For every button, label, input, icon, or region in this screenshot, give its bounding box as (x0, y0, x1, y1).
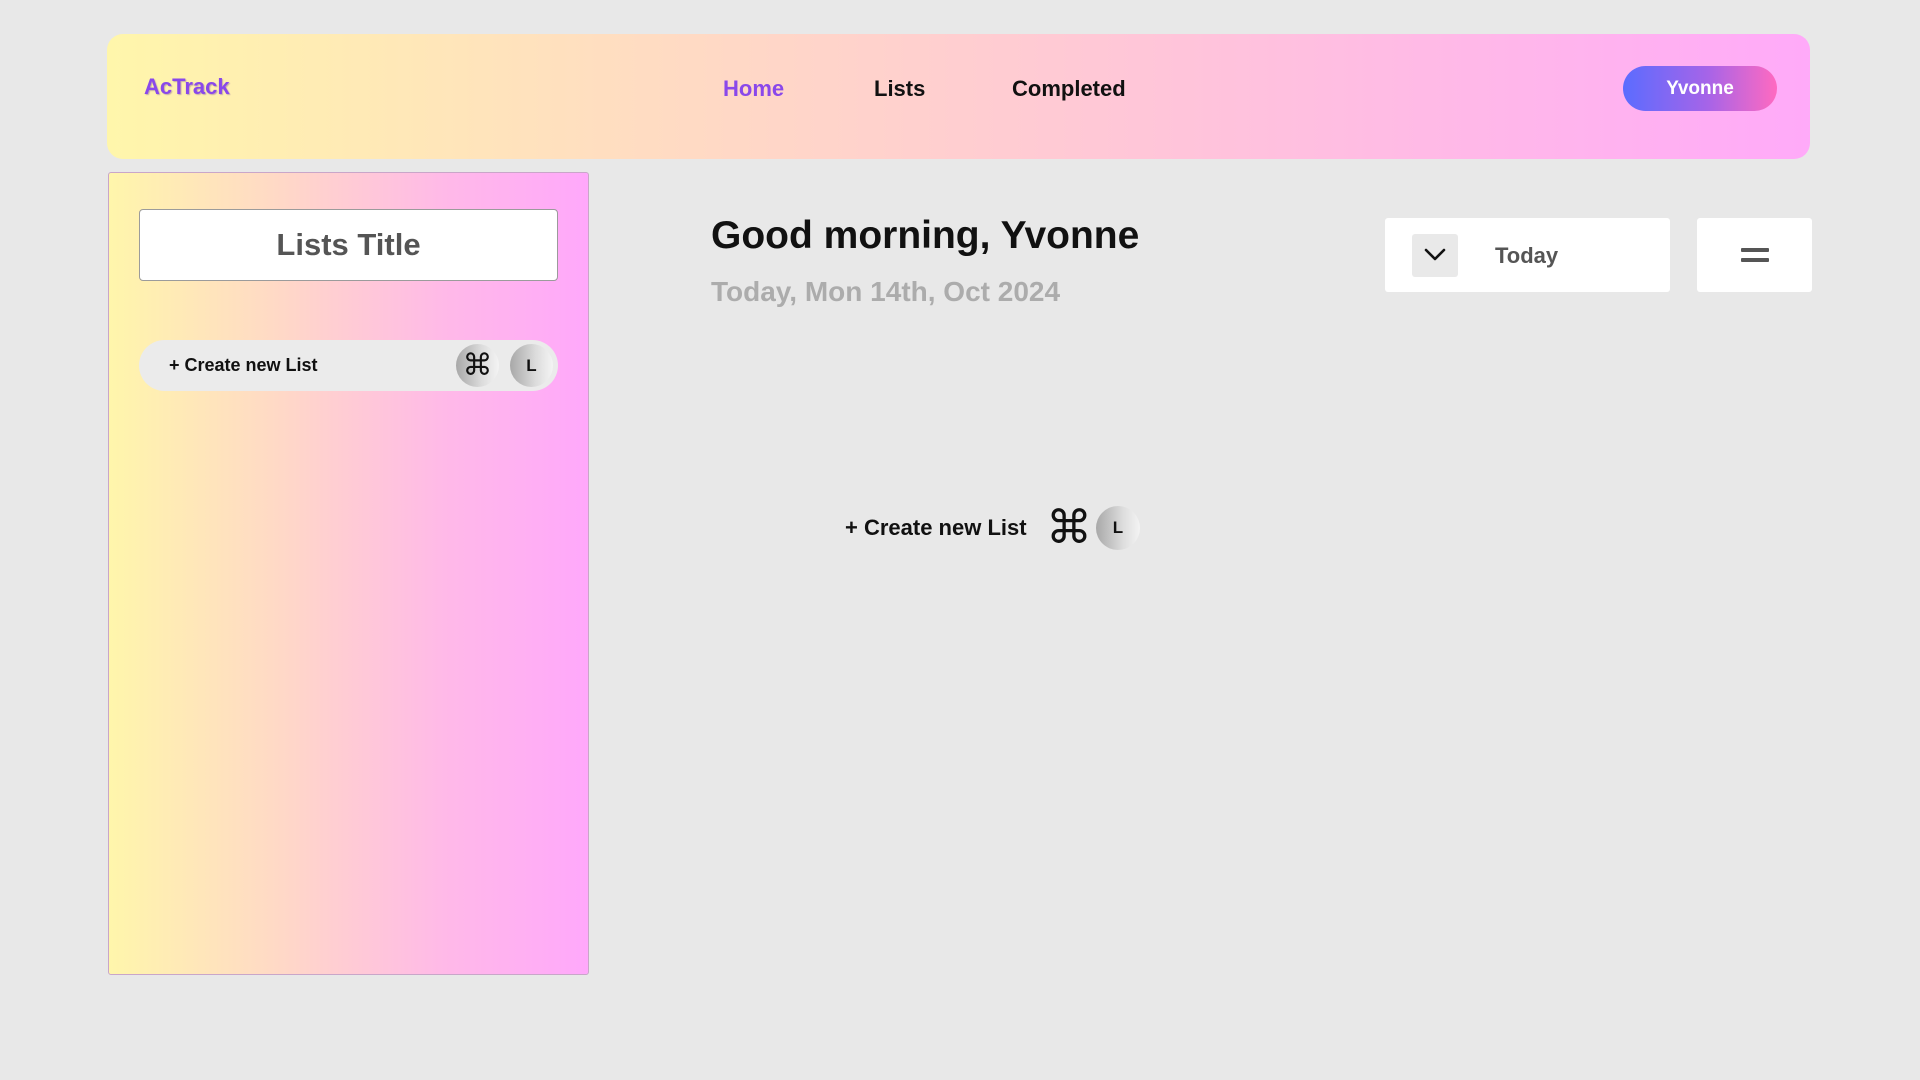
main-create-list-button[interactable]: + Create new List ⌘ L (845, 502, 1145, 552)
date-filter-dropdown[interactable]: Today (1385, 218, 1670, 292)
shortcut-key-l: L (1096, 506, 1140, 550)
sidebar-create-list-button[interactable]: + Create new List ⌘ L (139, 340, 558, 391)
nav-completed[interactable]: Completed (1012, 76, 1126, 102)
user-profile-button[interactable]: Yvonne (1623, 66, 1777, 111)
current-date: Today, Mon 14th, Oct 2024 (711, 276, 1061, 307)
greeting-heading: Good morning, Yvonne (711, 214, 1140, 257)
lists-title: Lists Title (139, 209, 558, 281)
nav-home[interactable]: Home (723, 76, 784, 102)
lists-sidebar: Lists Title + Create new List ⌘ L (108, 172, 589, 975)
date-filter-label: Today (1495, 243, 1559, 268)
nav-lists[interactable]: Lists (874, 76, 925, 102)
create-list-label: + Create new List (169, 355, 318, 375)
create-list-label: + Create new List (845, 515, 1027, 540)
menu-lines-icon (1741, 248, 1769, 262)
top-header: AcTrack Home Lists Completed Yvonne (107, 34, 1810, 159)
command-icon: ⌘ (456, 344, 499, 387)
chevron-down-icon[interactable] (1412, 234, 1458, 277)
menu-button[interactable] (1697, 218, 1812, 292)
brand-logo[interactable]: AcTrack (144, 74, 230, 100)
shortcut-key-l: L (510, 344, 553, 387)
command-icon: ⌘ (1046, 501, 1092, 553)
